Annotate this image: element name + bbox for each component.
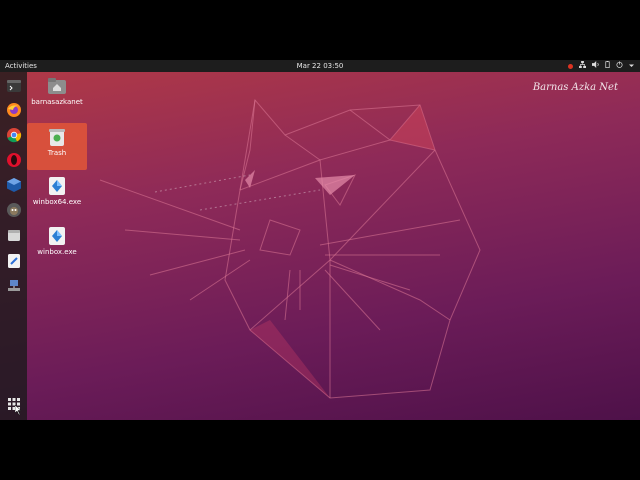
mouse-cursor-icon (15, 405, 22, 415)
power-icon (616, 60, 623, 72)
desktop-icon-label: winbox.exe (37, 248, 77, 256)
firefox-icon[interactable] (4, 100, 23, 119)
virtualbox-icon[interactable] (4, 175, 23, 194)
files-icon[interactable] (4, 225, 23, 244)
clock[interactable]: Mar 22 03:50 (297, 60, 344, 72)
watermark: Barnas Azka Net (532, 82, 618, 93)
network-manager-icon[interactable] (4, 276, 23, 295)
activities-button[interactable]: Activities (5, 60, 37, 72)
trash-icon (47, 127, 67, 147)
wallpaper-art (99, 98, 481, 399)
desktop-icon-home[interactable]: barnasazkanet (27, 76, 87, 106)
desktop-icon-winbox[interactable]: winbox.exe (27, 226, 87, 256)
desktop-icon-label: Trash (47, 149, 67, 157)
opera-icon[interactable] (4, 150, 23, 169)
recording-indicator-icon (568, 63, 573, 69)
dock (0, 72, 27, 420)
exe-icon (47, 176, 67, 196)
terminal-icon[interactable] (4, 76, 23, 95)
top-bar: Activities Mar 22 03:50 (0, 60, 640, 72)
volume-icon (592, 60, 599, 72)
text-editor-icon[interactable] (4, 251, 23, 270)
network-icon (579, 60, 586, 72)
chevron-down-icon (629, 60, 634, 72)
folder-home-icon (47, 76, 67, 96)
desktop-icon-label: winbox64.exe (32, 198, 82, 206)
gimp-icon[interactable] (4, 200, 23, 219)
desktop: Activities Mar 22 03:50 Barnas Azka Net … (0, 60, 640, 420)
desktop-icon-trash[interactable]: Trash (27, 123, 87, 170)
chrome-icon[interactable] (4, 125, 23, 144)
desktop-icon-label: barnasazkanet (31, 98, 83, 106)
battery-icon (605, 60, 610, 72)
desktop-icon-winbox64[interactable]: winbox64.exe (27, 176, 87, 206)
system-tray[interactable] (568, 60, 634, 72)
exe-icon (47, 226, 67, 246)
